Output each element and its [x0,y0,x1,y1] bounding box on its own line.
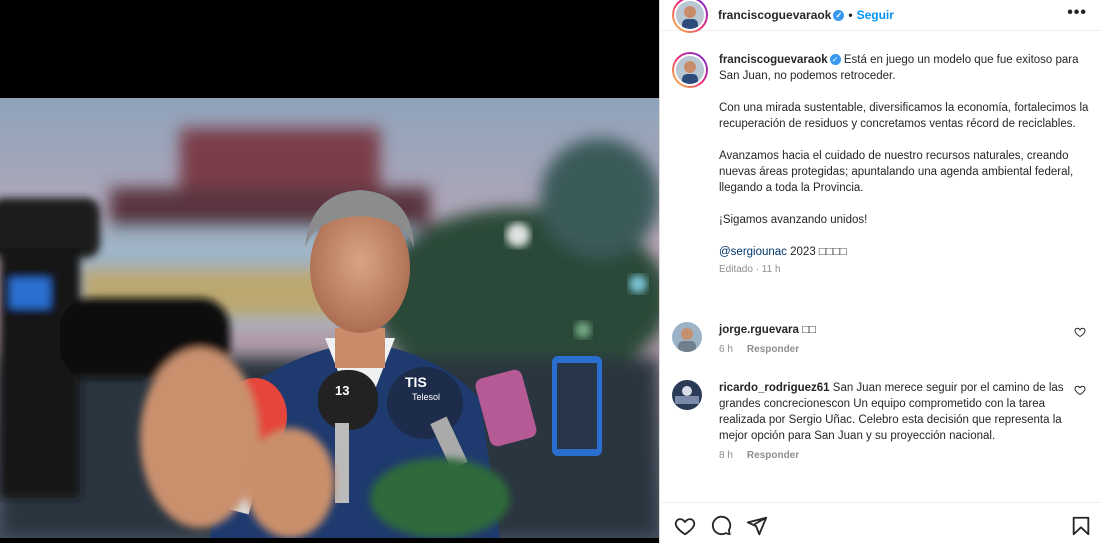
comment-username[interactable]: ricardo_rodriguez61 [719,382,830,394]
edited-timestamp: Editado · 11 h [719,264,781,275]
share-icon[interactable] [746,515,768,537]
author-username[interactable]: franciscoguevaraok [718,8,831,22]
comment-text: □□ [798,324,816,336]
comment-time: 6 h [719,344,733,355]
caption-emoji: □□□□ [818,246,847,258]
author-avatar[interactable] [672,0,708,33]
comment-like-heart-icon[interactable] [1074,384,1086,396]
caption-paragraph-2: Con una mirada sustentable, diversificam… [719,102,1089,130]
separator-dot: • [848,8,853,22]
commenter-avatar[interactable] [672,322,702,352]
caption-username[interactable]: franciscoguevaraok [719,54,828,66]
caption-tag-year: 2023 [786,246,819,258]
verified-badge-icon: ✓ [829,54,841,66]
post-photo[interactable]: 13 TIS Telesol [0,98,659,538]
comment-item: jorge.rguevara □□ 6 h Responder [672,322,1092,355]
comment-time: 8 h [719,450,733,461]
verified-badge-icon: ✓ [833,10,845,22]
commenter-avatar[interactable] [672,380,702,410]
caption-paragraph-4: ¡Sigamos avanzando unidos! [719,214,868,226]
mic-label-tis: TIS [405,374,427,390]
mic-label-13: 13 [335,383,349,398]
post-action-bar [660,502,1101,543]
reply-button[interactable]: Responder [747,450,799,461]
post-caption: franciscoguevaraok ✓ Está en juego un mod… [672,52,1092,275]
comment-username[interactable]: jorge.rguevara [719,324,799,336]
post-header: franciscoguevaraok ✓ • Seguir ••• [660,0,1101,33]
reply-button[interactable]: Responder [747,344,799,355]
mic-label-telesol: Telesol [412,392,440,402]
instagram-post-window: 13 TIS Telesol franciscoguevaraok ✓ • Se… [0,0,1101,543]
mention-link[interactable]: @sergiounac [719,246,787,258]
post-media[interactable]: 13 TIS Telesol [0,0,659,543]
follow-button[interactable]: Seguir [857,8,894,22]
more-options-icon[interactable]: ••• [1067,4,1087,22]
comment-like-heart-icon[interactable] [1074,326,1086,338]
caption-paragraph-3: Avanzamos hacia el cuidado de nuestro re… [719,150,1074,194]
press-conference-photo: 13 TIS Telesol [0,98,659,538]
comment-item: ricardo_rodriguez61 San Juan merece segu… [672,380,1092,461]
comment-icon[interactable] [710,515,732,537]
heart-icon[interactable] [674,515,696,537]
bookmark-icon[interactable] [1070,515,1092,537]
post-details-panel: franciscoguevaraok ✓ • Seguir ••• francisco… [659,0,1101,543]
caption-avatar[interactable] [672,52,708,88]
